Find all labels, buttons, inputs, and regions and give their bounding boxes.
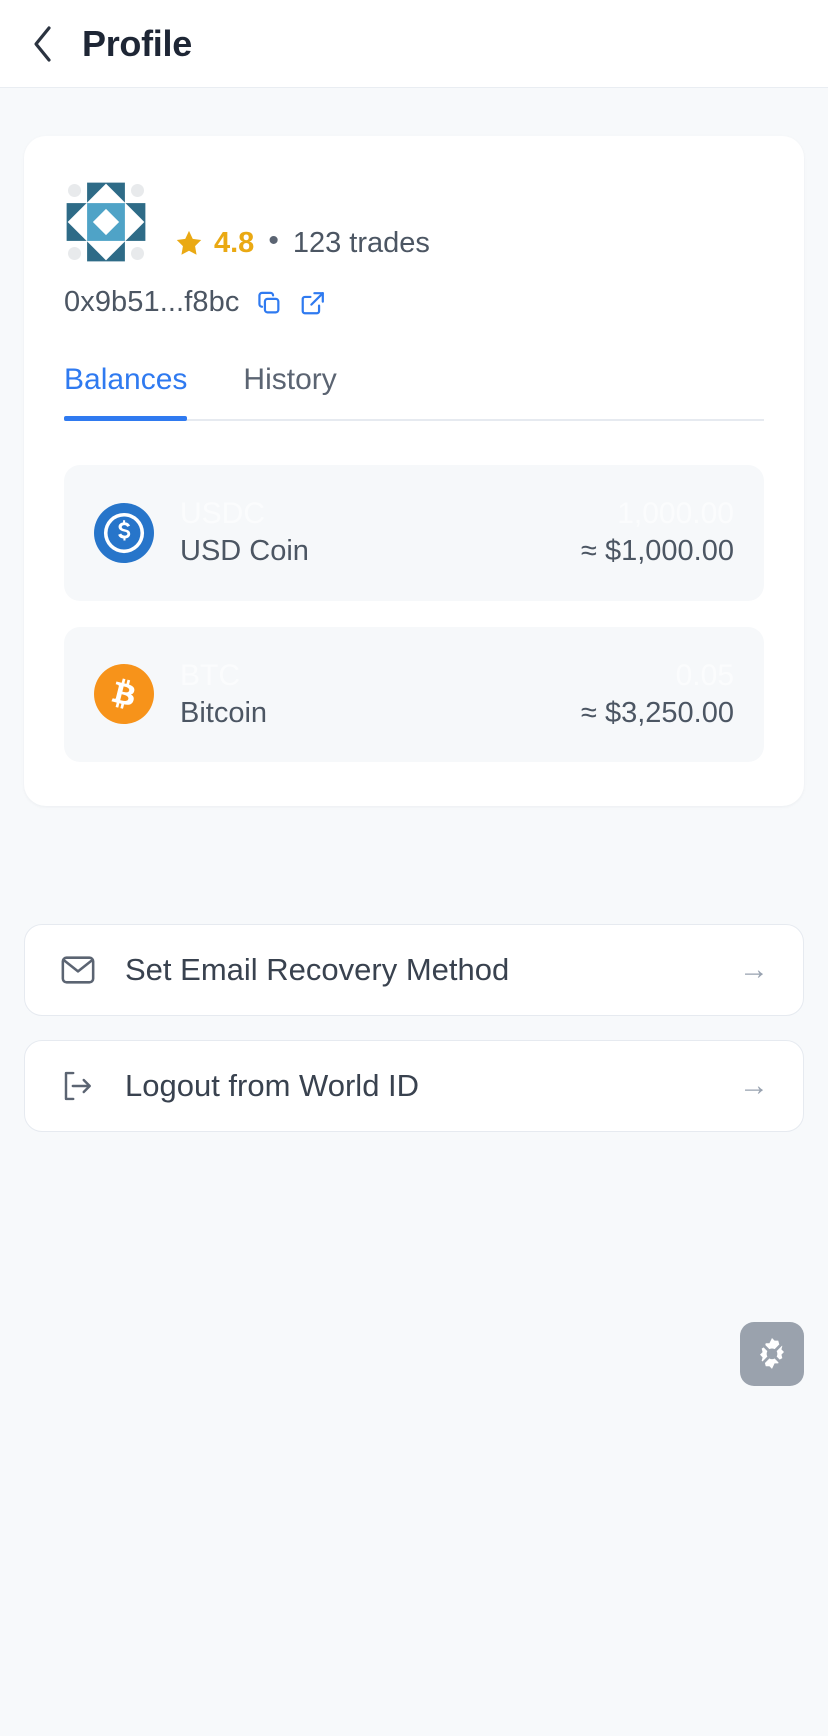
envelope-icon (59, 951, 97, 989)
app-header: Profile (0, 0, 828, 88)
profile-tabs: Balances History (64, 363, 764, 421)
balance-usdc-symbol: USDC (180, 497, 266, 530)
balance-row-usdc[interactable]: USDC USD Coin 1,000.00 ≈ $1,000.00 (64, 465, 764, 601)
balance-btc-content: BTC Bitcoin 0.05 ≈ $3,250.00 (180, 657, 734, 733)
identicon-avatar (64, 180, 148, 264)
balance-usdc-fiat: ≈ $1,000.00 (581, 535, 734, 568)
rating-separator: • (268, 224, 279, 257)
rating-line: 4.8 • 123 trades (174, 226, 430, 264)
profile-card: 4.8 • 123 trades 0x9b51...f8bc Balances … (24, 136, 804, 806)
copy-address-button[interactable] (255, 289, 283, 317)
account-actions: Set Email Recovery Method → Logout from … (24, 924, 804, 1132)
tab-balances[interactable]: Balances (64, 363, 188, 421)
arrow-right-icon: → (739, 1069, 769, 1102)
balance-btc-symbol: BTC (180, 658, 240, 692)
identity-row: 4.8 • 123 trades (64, 180, 764, 264)
tab-balances-label: Balances (64, 363, 188, 396)
logout-button[interactable]: Logout from World ID → (24, 1040, 804, 1132)
logout-icon (59, 1067, 97, 1105)
balance-btc-amount: 0.05 (675, 658, 734, 692)
set-email-recovery-button[interactable]: Set Email Recovery Method → (24, 924, 804, 1016)
copy-icon (255, 289, 283, 317)
star-icon (174, 229, 204, 258)
logout-label: Logout from World ID (125, 1068, 420, 1103)
wallet-address-row: 0x9b51...f8bc (64, 286, 764, 319)
usdc-icon (94, 502, 154, 563)
gear-off-icon (752, 1334, 792, 1374)
open-in-explorer-button[interactable] (299, 289, 327, 317)
balance-row-btc[interactable]: BTC Bitcoin 0.05 ≈ $3,250.00 (64, 626, 764, 762)
balance-usdc-content: USDC USD Coin 1,000.00 ≈ $1,000.00 (180, 495, 734, 571)
arrow-right-icon: → (739, 953, 769, 986)
tab-history-label: History (243, 363, 337, 396)
back-button[interactable] (26, 22, 60, 66)
settings-fab-button[interactable] (740, 1322, 804, 1386)
balance-usdc-name: USD Coin (180, 535, 309, 568)
balance-btc-name: Bitcoin (180, 696, 268, 729)
trades-count: 123 trades (292, 226, 430, 259)
balances-list: USDC USD Coin 1,000.00 ≈ $1,000.00 BTC B… (64, 465, 764, 762)
tab-history[interactable]: History (243, 363, 336, 419)
wallet-address: 0x9b51...f8bc (64, 286, 240, 318)
page-content: 4.8 • 123 trades 0x9b51...f8bc Balances … (0, 136, 828, 1386)
set-email-recovery-label: Set Email Recovery Method (125, 952, 510, 987)
chevron-left-icon (30, 24, 56, 64)
bitcoin-icon (94, 664, 154, 725)
balance-btc-fiat: ≈ $3,250.00 (581, 696, 734, 729)
balance-usdc-amount: 1,000.00 (617, 497, 734, 530)
external-link-icon (299, 289, 327, 317)
rating-value: 4.8 (214, 226, 255, 259)
page-title: Profile (82, 22, 192, 64)
